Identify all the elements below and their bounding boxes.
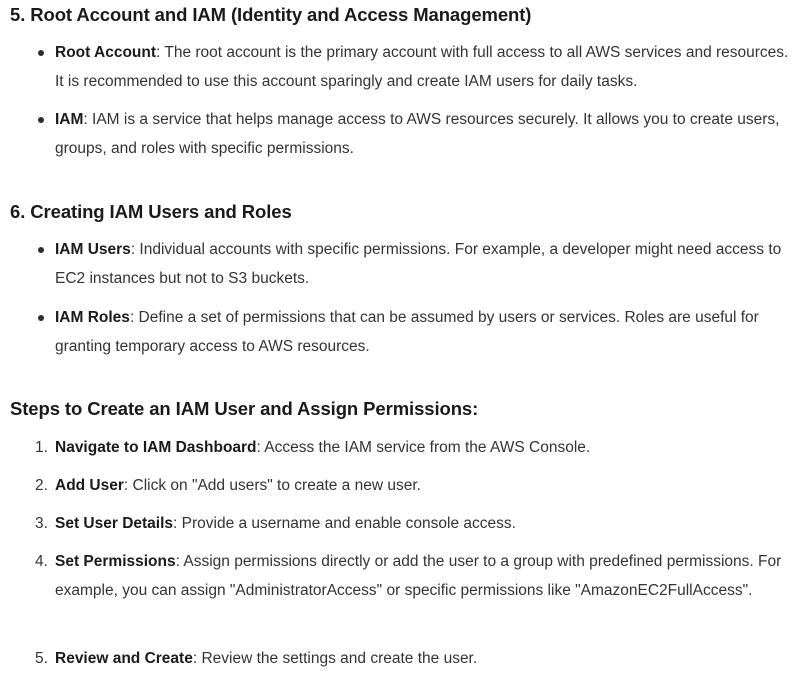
list-item-iam-users: IAM Users: Individual accounts with spec… [38, 235, 795, 293]
list-item-iam-roles: IAM Roles: Define a set of permissions t… [38, 303, 795, 361]
step-term: Add User [55, 477, 124, 494]
step-description: : Review the settings and create the use… [192, 650, 478, 667]
term-iam-users: IAM Users [55, 241, 131, 258]
step-number: 3. [35, 515, 48, 532]
step-description: : Provide a username and enable console … [173, 515, 516, 532]
step-item: 1. Navigate to IAM Dashboard: Access the… [35, 433, 795, 462]
step-term: Set User Details [55, 515, 174, 532]
steps-heading: Steps to Create an IAM User and Assign P… [10, 398, 479, 419]
step-number: 2. [35, 477, 48, 494]
term-iam: IAM [55, 111, 84, 128]
list-item-root-account: Root Account: The root account is the pr… [38, 38, 795, 96]
step-term: Set Permissions [55, 553, 176, 570]
document: 5. Root Account and IAM (Identity and Ac… [0, 0, 802, 677]
step-term: Review and Create [55, 650, 193, 667]
bullet-icon [38, 50, 44, 56]
section-6-heading: 6. Creating IAM Users and Roles [10, 201, 292, 222]
step-number: 1. [35, 439, 48, 456]
term-root-account: Root Account [55, 44, 157, 61]
step-item: 5. Review and Create: Review the setting… [35, 644, 795, 673]
step-item: 3. Set User Details: Provide a username … [35, 509, 795, 538]
step-item: 2. Add User: Click on "Add users" to cre… [35, 471, 795, 500]
step-number: 4. [35, 553, 48, 570]
term-iam-roles: IAM Roles [55, 309, 130, 326]
section-5-heading: 5. Root Account and IAM (Identity and Ac… [10, 4, 532, 25]
list-item-iam: IAM: IAM is a service that helps manage … [38, 105, 795, 163]
step-description: : Access the IAM service from the AWS Co… [256, 439, 591, 456]
description: : Define a set of permissions that can b… [55, 309, 759, 355]
step-number: 5. [35, 650, 48, 667]
description: : IAM is a service that helps manage acc… [55, 111, 780, 157]
step-term: Navigate to IAM Dashboard [55, 439, 257, 456]
bullet-icon [38, 315, 44, 321]
bullet-icon [38, 247, 44, 253]
description: : Individual accounts with specific perm… [55, 241, 782, 287]
bullet-icon [38, 117, 44, 123]
step-description: : Click on "Add users" to create a new u… [123, 477, 421, 494]
description: : The root account is the primary accoun… [55, 44, 789, 90]
step-item: 4. Set Permissions: Assign permissions d… [35, 547, 795, 605]
